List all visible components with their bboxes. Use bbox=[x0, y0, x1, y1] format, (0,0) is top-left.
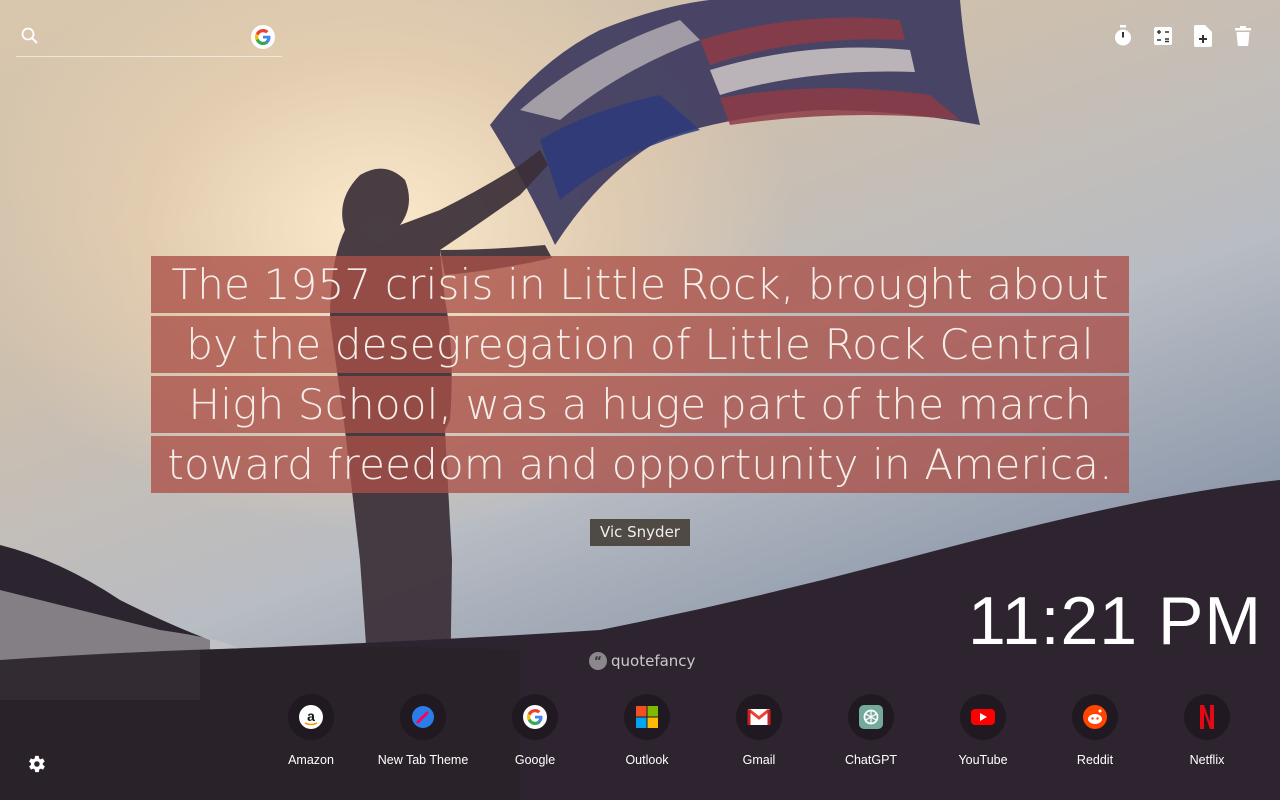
search-bar[interactable] bbox=[16, 22, 282, 57]
shortcut-gmail[interactable]: Gmail bbox=[703, 694, 815, 767]
shortcut-label: Gmail bbox=[742, 753, 776, 767]
shortcut-label: YouTube bbox=[958, 753, 1008, 767]
shortcut-outlook[interactable]: Outlook bbox=[591, 694, 703, 767]
search-input[interactable] bbox=[50, 26, 254, 52]
shortcut-label: Reddit bbox=[1076, 753, 1114, 767]
quote-line: The 1957 crisis in Little Rock, brought … bbox=[151, 256, 1129, 313]
youtube-icon bbox=[960, 694, 1006, 740]
google-icon bbox=[512, 694, 558, 740]
clock: 11:21 PM bbox=[967, 583, 1262, 659]
gear-icon[interactable] bbox=[25, 753, 47, 775]
quote-line: toward freedom and opportunity in Americ… bbox=[151, 436, 1129, 493]
shortcut-netflix[interactable]: Netflix bbox=[1151, 694, 1263, 767]
netflix-icon bbox=[1184, 694, 1230, 740]
quote-block: The 1957 crisis in Little Rock, brought … bbox=[151, 256, 1129, 496]
trash-icon[interactable] bbox=[1232, 24, 1254, 48]
shortcut-label: ChatGPT bbox=[844, 753, 898, 767]
calculator-icon[interactable] bbox=[1152, 24, 1174, 48]
google-logo bbox=[255, 29, 271, 45]
shortcut-chatgpt[interactable]: ChatGPT bbox=[815, 694, 927, 767]
shortcut-label: Netflix bbox=[1189, 753, 1225, 767]
outlook-icon bbox=[624, 694, 670, 740]
shortcut-label: Outlook bbox=[625, 753, 669, 767]
quotefancy-brand[interactable]: “ quotefancy bbox=[589, 652, 695, 670]
shortcut-new-tab-theme[interactable]: New Tab Theme bbox=[367, 694, 479, 767]
reddit-icon bbox=[1072, 694, 1118, 740]
shortcut-google[interactable]: Google bbox=[479, 694, 591, 767]
quotefancy-icon: “ bbox=[589, 652, 607, 670]
shortcut-youtube[interactable]: YouTube bbox=[927, 694, 1039, 767]
chatgpt-icon bbox=[848, 694, 894, 740]
quote-author: Vic Snyder bbox=[590, 519, 690, 546]
quote-line: High School, was a huge part of the marc… bbox=[151, 376, 1129, 433]
quotefancy-label: quotefancy bbox=[611, 652, 696, 670]
gmail-icon bbox=[736, 694, 782, 740]
shortcut-label: Amazon bbox=[288, 753, 334, 767]
shortcut-label: Google bbox=[514, 753, 556, 767]
search-icon bbox=[21, 27, 38, 44]
shortcut-amazon[interactable]: a Amazon bbox=[255, 694, 367, 767]
shortcut-reddit[interactable]: Reddit bbox=[1039, 694, 1151, 767]
shortcuts-bar: a Amazon New Tab Theme Google Outlook Gm… bbox=[255, 694, 1263, 767]
new-note-icon[interactable] bbox=[1192, 24, 1214, 48]
timer-icon[interactable] bbox=[1112, 24, 1134, 48]
svg-text:a: a bbox=[307, 708, 315, 724]
new-tab-theme-icon bbox=[400, 694, 446, 740]
toolbar bbox=[1112, 24, 1254, 48]
amazon-icon: a bbox=[288, 694, 334, 740]
shortcut-label: New Tab Theme bbox=[377, 753, 469, 767]
quote-line: by the desegregation of Little Rock Cent… bbox=[151, 316, 1129, 373]
google-icon[interactable] bbox=[251, 25, 275, 49]
